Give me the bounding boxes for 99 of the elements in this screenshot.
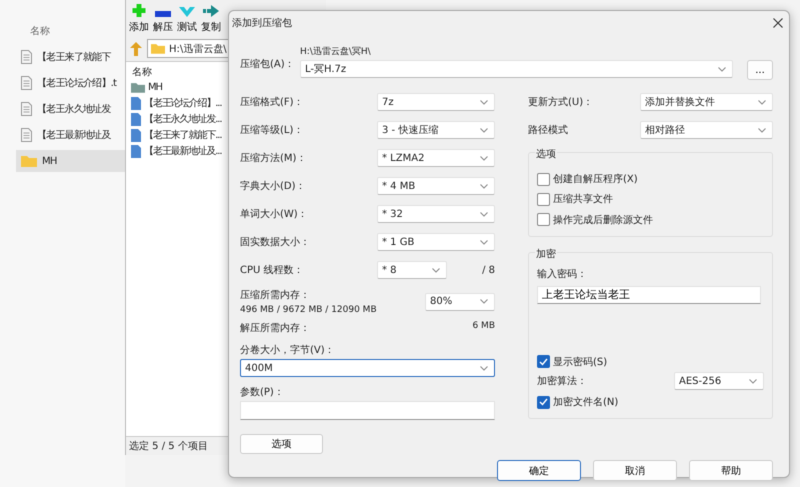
- chevron-icon: [480, 212, 488, 216]
- dialog-button[interactable]: 取消: [593, 460, 677, 481]
- field-label: CPU 线程数：: [240, 264, 305, 277]
- document-icon: [131, 144, 141, 158]
- file-list-item[interactable]: MH: [16, 150, 125, 172]
- field-label: 压缩方法(M)：: [240, 152, 308, 165]
- dropdown[interactable]: AES-256: [674, 372, 764, 390]
- checkbox-label[interactable]: 压缩共享文件: [553, 192, 613, 206]
- thread-count: / 8: [482, 264, 495, 276]
- toolbar-button[interactable]: 添加: [128, 4, 150, 34]
- document-icon: [21, 128, 32, 142]
- check-icon: [179, 7, 195, 17]
- dropdown[interactable]: * 1 GB: [377, 233, 495, 251]
- dropdown[interactable]: 3 - 快速压缩: [377, 121, 495, 139]
- folder-icon: [131, 82, 145, 92]
- plus-icon: [131, 4, 147, 17]
- checkbox[interactable]: [537, 355, 550, 368]
- document-icon: [21, 50, 32, 64]
- status-text: 选定 5 / 5 个项目: [129, 440, 208, 453]
- chevron-icon: [718, 66, 726, 72]
- field-label: 字典大小(D)：: [240, 180, 307, 193]
- file-list-item[interactable]: 【老王永久地址发: [16, 98, 125, 120]
- checkbox-label[interactable]: 创建自解压程序(X): [553, 172, 638, 186]
- document-icon: [131, 96, 141, 110]
- checkbox[interactable]: [537, 172, 550, 186]
- file-list-item[interactable]: 【老王来了就能下: [16, 46, 125, 68]
- dropdown[interactable]: * LZMA2: [377, 149, 495, 167]
- file-list-item[interactable]: MH: [126, 79, 162, 95]
- dropdown[interactable]: 相对路径: [640, 121, 773, 139]
- minus-icon: [155, 11, 171, 17]
- chevron-icon: [480, 156, 488, 160]
- field-label: 路径模式: [528, 124, 569, 137]
- dialog-button[interactable]: 帮助: [689, 460, 773, 481]
- folder-icon: [151, 43, 165, 54]
- chevron-icon: [432, 268, 440, 272]
- document-icon: [131, 128, 141, 142]
- options-button[interactable]: 选项: [240, 434, 323, 454]
- field-label: 更新方式(U)：: [528, 96, 594, 109]
- chevron-icon: [480, 128, 488, 132]
- chevron-icon: [749, 378, 757, 384]
- memory-usage: 496 MB / 9672 MB / 12090 MB: [240, 305, 377, 315]
- password-field[interactable]: 上老王论坛当老王: [537, 286, 761, 304]
- close-icon[interactable]: [773, 18, 783, 28]
- document-icon: [21, 102, 32, 116]
- checkbox[interactable]: [537, 396, 550, 409]
- chevron-icon: [480, 299, 488, 304]
- dropdown[interactable]: * 8: [377, 261, 447, 279]
- field-label: 压缩格式(F)：: [240, 96, 305, 109]
- dropdown[interactable]: 80%: [425, 292, 495, 310]
- toolbar-button[interactable]: 测试: [176, 4, 198, 34]
- field-label: 单词大小(W)：: [240, 208, 309, 221]
- checkbox-label[interactable]: 显示密码(S): [553, 354, 608, 368]
- arrow-icon: [203, 5, 219, 17]
- dropdown[interactable]: 添加并替换文件: [640, 93, 773, 111]
- checkbox-label[interactable]: 操作完成后删除源文件: [553, 212, 653, 227]
- file-list-item[interactable]: 【老王来了就能下...: [126, 127, 222, 143]
- field-label: 参数(P)：: [240, 386, 285, 399]
- field-label: 压缩包(A)：: [240, 58, 294, 72]
- window-title: 添加到压缩包: [232, 16, 292, 30]
- dropdown[interactable]: 7z: [377, 93, 495, 111]
- file-list-item[interactable]: 【老王最新地址及: [16, 124, 125, 146]
- document-icon: [131, 112, 141, 126]
- field-label: 压缩所需内存：: [240, 288, 311, 302]
- memory-usage: 6 MB: [472, 321, 495, 333]
- group-title: 选项: [535, 147, 557, 161]
- file-list-item[interactable]: 【老王最新地址及...: [126, 143, 222, 159]
- field-label: 压缩等级(L)：: [240, 124, 304, 137]
- checkbox[interactable]: [537, 192, 550, 206]
- folder-icon: [21, 155, 37, 167]
- dialog-button[interactable]: 确定: [497, 460, 581, 481]
- chevron-icon: [758, 128, 766, 132]
- group-title: 加密: [535, 247, 557, 261]
- toolbar-button[interactable]: 复制: [200, 4, 222, 34]
- parameters-field[interactable]: [240, 401, 495, 420]
- field-label: 加密算法：: [537, 374, 587, 388]
- field-label: 分卷大小，字节(V)：: [240, 344, 336, 357]
- archive-name-combo[interactable]: L-冥H.7z: [300, 60, 733, 78]
- up-arrow-icon[interactable]: [130, 42, 142, 56]
- dropdown[interactable]: * 4 MB: [377, 177, 495, 195]
- folder-path: H:\迅雷云盘\冥H\: [300, 46, 372, 58]
- field-label: 输入密码：: [537, 268, 588, 281]
- chevron-icon: [480, 240, 488, 244]
- checkbox-label[interactable]: 加密文件名(N): [553, 395, 618, 410]
- dropdown[interactable]: * 32: [377, 205, 495, 223]
- file-list-item[interactable]: 【老王论坛介绍】...: [126, 95, 222, 111]
- toolbar-button[interactable]: 解压: [152, 4, 174, 34]
- chevron-icon: [480, 366, 488, 370]
- field-label: 固实数据大小：: [240, 236, 311, 249]
- checkbox[interactable]: [537, 213, 550, 226]
- column-header[interactable]: 名称: [30, 24, 50, 38]
- document-icon: [21, 76, 32, 90]
- browse-button[interactable]: ...: [747, 60, 773, 80]
- split-size-combo[interactable]: 400M: [240, 359, 495, 377]
- chevron-icon: [480, 184, 488, 188]
- chevron-icon: [480, 100, 488, 104]
- field-label: 解压所需内存：: [240, 322, 310, 335]
- file-list-item[interactable]: 【老王永久地址发...: [126, 111, 222, 127]
- chevron-icon: [758, 100, 766, 104]
- file-list-item[interactable]: 【老王论坛介绍】.t: [16, 72, 125, 94]
